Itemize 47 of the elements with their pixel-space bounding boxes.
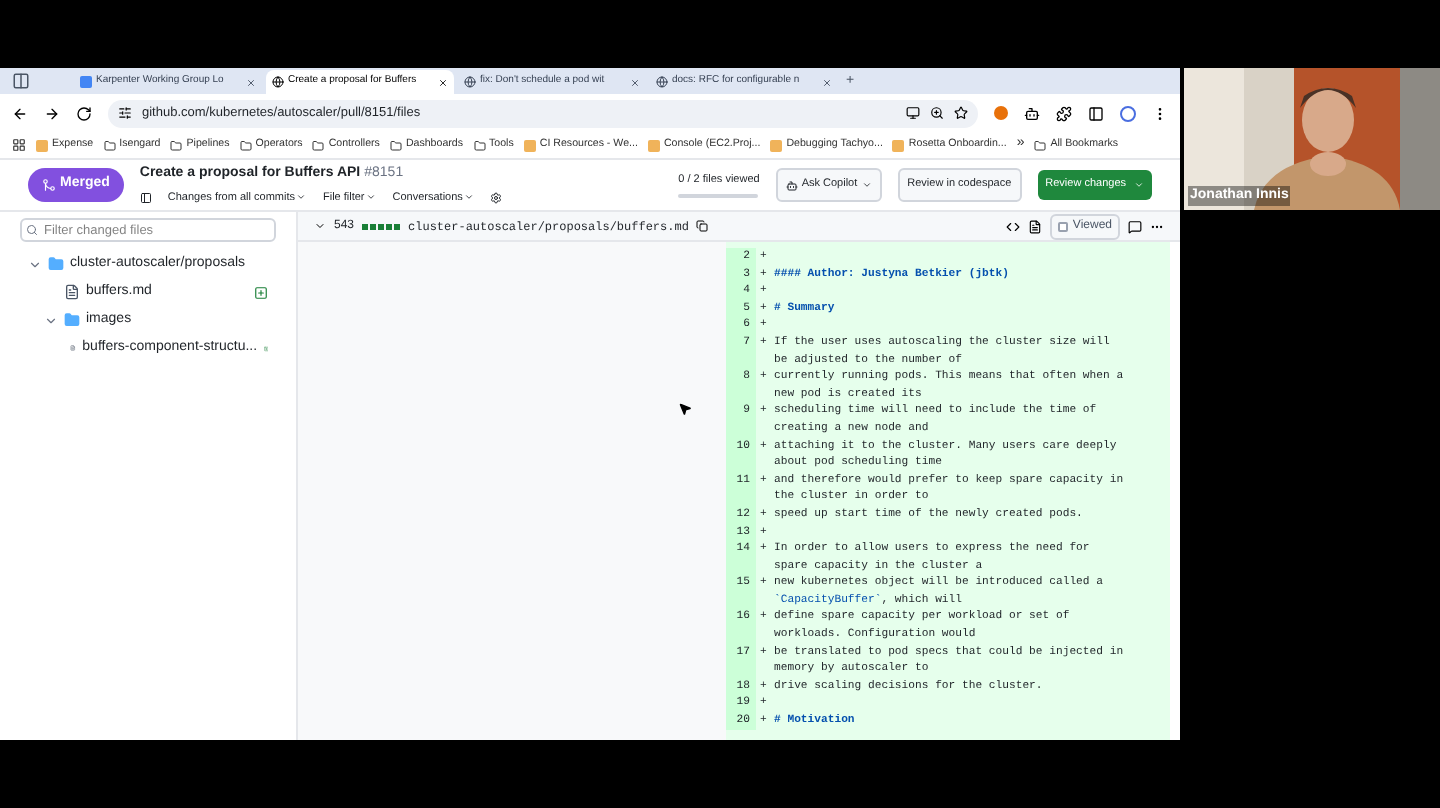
folder-icon — [103, 139, 116, 151]
folder-icon — [170, 139, 183, 151]
profile-icon — [1120, 105, 1136, 121]
robot-icon — [785, 179, 798, 191]
caret-icon — [464, 192, 475, 203]
tab-search-icon — [12, 72, 30, 90]
cursor-icon — [678, 402, 692, 416]
back-icon — [12, 105, 28, 121]
page-icon — [523, 139, 536, 151]
star-icon — [954, 106, 968, 120]
caret-icon — [1134, 180, 1144, 190]
settings-icon — [490, 191, 503, 204]
chevron-icon — [314, 220, 326, 232]
folder-icon — [64, 312, 80, 328]
file-tree-icon — [139, 191, 152, 204]
page-icon — [892, 139, 905, 151]
forward-icon — [44, 105, 60, 121]
puzzle-icon — [1056, 105, 1072, 121]
copy-icon — [696, 220, 709, 232]
reload-icon — [76, 105, 92, 121]
folder-icon — [1034, 139, 1047, 151]
folder-icon — [239, 139, 252, 151]
apps-icon — [12, 138, 26, 152]
caret-icon — [366, 192, 377, 203]
folder-icon — [48, 256, 64, 272]
folder-icon — [312, 139, 325, 151]
diffstat-drawing — [362, 223, 401, 229]
zoom-icon — [930, 106, 944, 120]
globe-icon — [656, 76, 668, 88]
extension-icon — [994, 106, 1008, 120]
code-icon — [1006, 219, 1021, 233]
folder-icon — [389, 139, 402, 151]
globe-icon — [272, 76, 284, 88]
folder-icon — [473, 139, 485, 151]
docs-icon — [80, 76, 92, 88]
page-icon — [647, 139, 660, 151]
tune-icon — [118, 106, 132, 120]
search-icon — [26, 224, 38, 236]
extension-icon — [1024, 105, 1040, 121]
page-icon — [770, 139, 783, 151]
caret-icon — [296, 192, 307, 203]
caret-icon — [861, 180, 872, 190]
install-icon — [906, 106, 920, 120]
comment-icon — [1128, 219, 1142, 233]
sidebar-icon — [1088, 105, 1104, 121]
globe-icon — [464, 76, 476, 88]
page-icon — [36, 139, 48, 151]
